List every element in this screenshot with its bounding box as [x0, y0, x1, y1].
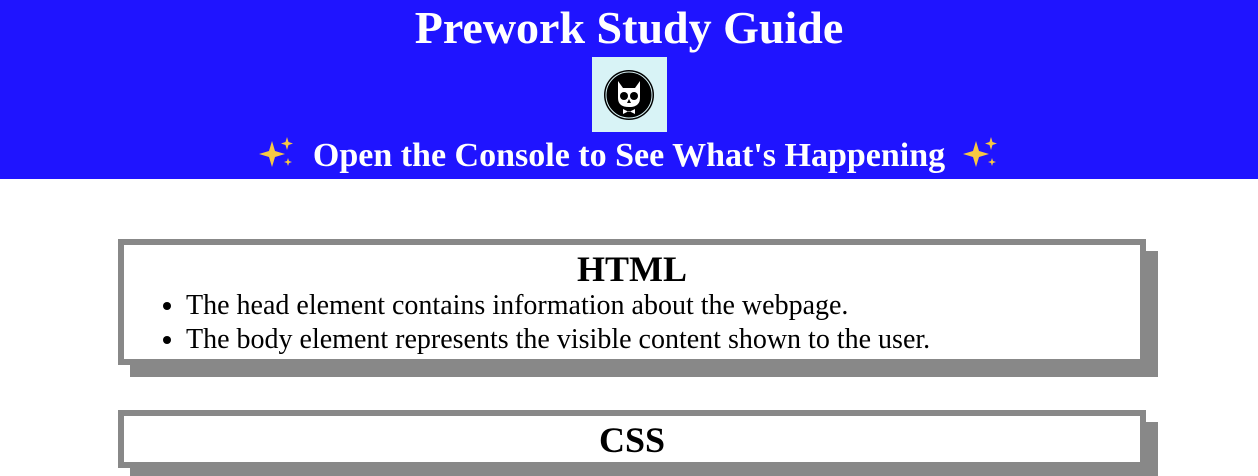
subtitle: Open the Console to See What's Happening — [0, 136, 1258, 180]
css-section-card: CSS — [118, 410, 1146, 468]
subtitle-text: Open the Console to See What's Happening — [312, 137, 946, 174]
section-title: HTML — [576, 249, 687, 289]
study-guide-content: HTML The head element contains informati… — [0, 179, 1258, 468]
page-title: Prework Study Guide — [414, 2, 844, 53]
html-section-card: HTML The head element contains informati… — [118, 239, 1146, 365]
sparkles-icon — [962, 136, 1000, 180]
list-item: The head element contains information ab… — [186, 289, 1140, 323]
cat-skull-logo-icon — [591, 57, 667, 132]
section-title: CSS — [598, 420, 666, 460]
list-item: The body element represents the visible … — [186, 323, 1140, 357]
sparkles-icon — [258, 136, 296, 180]
page-header: Prework Study Guide Open the Console to … — [0, 0, 1258, 179]
html-notes-list: The head element contains information ab… — [124, 289, 1140, 357]
